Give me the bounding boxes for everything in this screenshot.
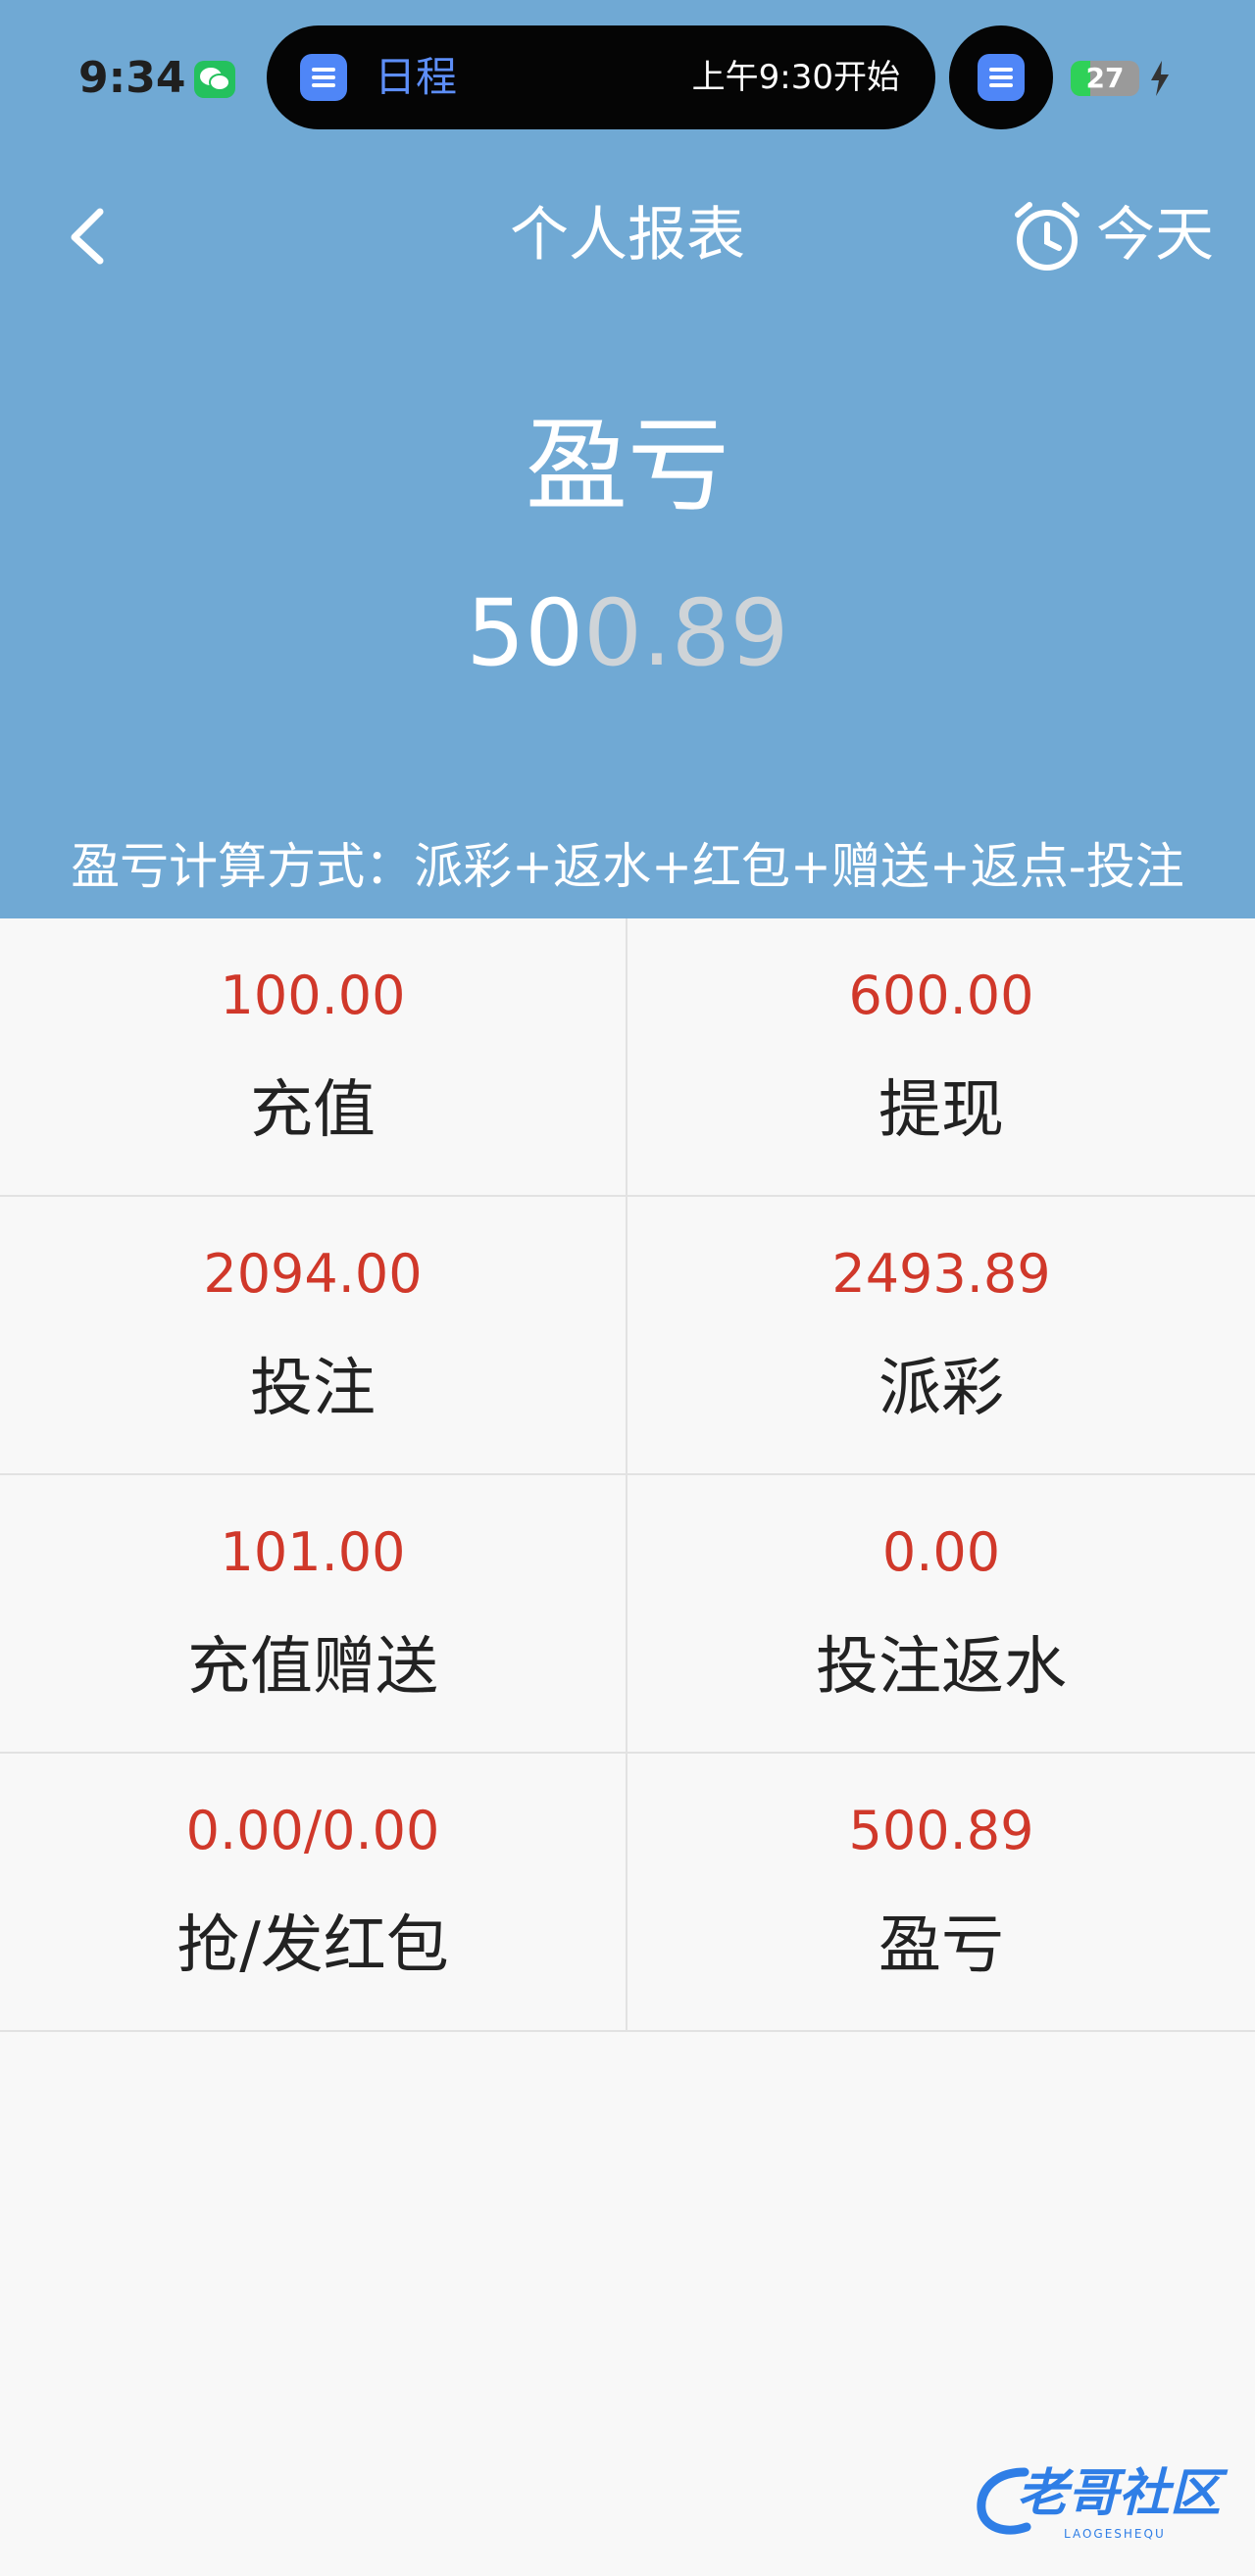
alarm-clock-icon — [1015, 202, 1079, 271]
stat-value: 0.00/0.00 — [185, 1800, 440, 1861]
profit-loss-amount: 500.89 — [0, 576, 1255, 692]
watermark-subtext: LAOGESHEQU — [1064, 2527, 1166, 2541]
island-subtitle: 上午9:30开始 — [691, 58, 900, 97]
charging-bolt-icon — [1151, 61, 1169, 96]
stat-cell-recharge-bonus: 101.00 充值赠送 — [0, 1475, 628, 1754]
battery-icon: 27 — [1071, 61, 1139, 96]
stat-label: 抢/发红包 — [176, 1909, 449, 1982]
battery-level: 27 — [1085, 62, 1125, 94]
stat-label: 派彩 — [878, 1353, 1004, 1425]
stat-value: 500.89 — [848, 1800, 1034, 1861]
watermark-logo: 老哥社区 LAOGESHEQU — [976, 2458, 1240, 2547]
profit-loss-formula: 盈亏计算方式：派彩+返水+红包+赠送+返点-投注 — [71, 838, 1184, 895]
stat-cell-red-packet: 0.00/0.00 抢/发红包 — [0, 1754, 628, 2032]
stat-value: 2493.89 — [831, 1243, 1051, 1305]
stat-label: 投注 — [250, 1353, 376, 1425]
dynamic-island-bubble[interactable] — [949, 25, 1053, 129]
date-filter-today-button[interactable]: 今天 — [1010, 196, 1226, 274]
stat-cell-recharge: 100.00 充值 — [0, 918, 628, 1197]
stat-label: 充值 — [250, 1074, 376, 1147]
status-time: 9:34 — [78, 53, 186, 103]
stat-label: 充值赠送 — [187, 1631, 438, 1704]
island-title: 日程 — [375, 53, 458, 101]
stat-cell-profit-loss: 500.89 盈亏 — [628, 1754, 1255, 2032]
stats-grid: 100.00 充值 600.00 提现 2094.00 投注 2493.89 派… — [0, 918, 1255, 2032]
stat-cell-bet-rebate: 0.00 投注返水 — [628, 1475, 1255, 1754]
wechat-icon — [194, 61, 235, 98]
schedule-list-icon — [300, 54, 347, 101]
stat-cell-bet: 2094.00 投注 — [0, 1197, 628, 1475]
stat-label: 盈亏 — [878, 1909, 1004, 1982]
watermark-text: 老哥社区 — [1017, 2464, 1222, 2523]
stat-label: 提现 — [878, 1074, 1004, 1147]
stat-value: 600.00 — [848, 965, 1034, 1026]
stat-cell-payout: 2493.89 派彩 — [628, 1197, 1255, 1475]
dynamic-island-schedule[interactable]: 日程 上午9:30开始 — [267, 25, 935, 129]
stat-value: 101.00 — [220, 1521, 406, 1583]
stat-value: 2094.00 — [203, 1243, 423, 1305]
stat-value: 0.00 — [881, 1521, 1001, 1583]
stat-label: 投注返水 — [816, 1631, 1067, 1704]
stat-cell-withdraw: 600.00 提现 — [628, 918, 1255, 1197]
schedule-list-icon — [978, 54, 1025, 101]
profit-loss-amount-faded: 0.89 — [583, 580, 789, 687]
stat-value: 100.00 — [220, 965, 406, 1026]
profit-loss-heading: 盈亏 — [525, 406, 729, 525]
today-label: 今天 — [1096, 201, 1214, 270]
report-header: 9:34 日程 上午9:30开始 27 个人报表 今天 盈亏 500.89 盈亏… — [0, 0, 1255, 918]
profit-loss-amount-main: 50 — [466, 580, 584, 687]
